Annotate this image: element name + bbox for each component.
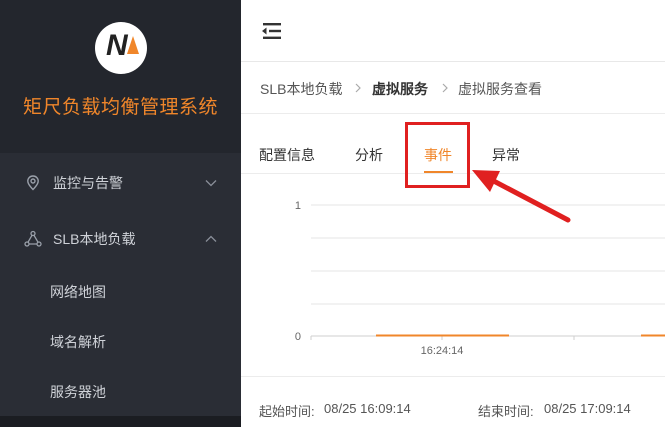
sidebar-subitem-label: 网络地图 [50,284,106,300]
sidebar-subitem-dns[interactable]: 域名解析 [0,317,241,367]
breadcrumb-item-view: 虚拟服务查看 [458,81,542,97]
app-logo: N [95,22,147,74]
logo-letter: N [106,29,128,62]
sidebar-subitem-server-pool[interactable]: 服务器池 [0,367,241,417]
sidebar: N 矩尺负载均衡管理系统 监控与告警 SLB本地负载 网络地图 域名解析 服务器… [0,0,241,427]
sidebar-subitem-active[interactable] [0,416,241,427]
breadcrumb: SLB本地负载 虚拟服务 虚拟服务查看 [241,62,665,114]
app-title: 矩尺负载均衡管理系统 [22,97,218,118]
chart-grid [310,204,665,340]
sidebar-item-monitoring[interactable]: 监控与告警 [0,155,241,211]
tab-config[interactable]: 配置信息 [259,145,315,165]
top-header [241,0,665,62]
breadcrumb-item-slb[interactable]: SLB本地负载 [260,79,342,99]
start-time-label: 起始时间: [259,404,315,419]
sidebar-item-label: SLB本地负载 [53,231,136,247]
chevron-down-icon [205,180,217,187]
sidebar-item-slb[interactable]: SLB本地负载 [0,211,241,267]
x-tick-label: 16:24:14 [421,345,464,357]
chevron-right-icon [355,83,361,93]
main-content: SLB本地负载 虚拟服务 虚拟服务查看 配置信息 分析 事件 异常 1 0 16… [241,0,665,427]
tab-exceptions[interactable]: 异常 [492,145,520,165]
brand-area: N 矩尺负载均衡管理系统 [0,0,241,153]
breadcrumb-item-virtual-service[interactable]: 虚拟服务 [372,79,428,99]
network-nodes-icon [24,230,42,247]
chevron-right-icon [442,83,448,93]
end-time-value: 08/25 17:09:14 [544,401,631,416]
events-chart: 1 0 16:24:14 [295,200,665,357]
sidebar-subitem-label: 服务器池 [50,384,106,400]
sidebar-item-label: 监控与告警 [53,175,123,191]
tab-analysis[interactable]: 分析 [355,145,383,165]
sidebar-subitem-label: 域名解析 [50,334,106,350]
y-tick-label: 1 [295,200,301,212]
logo-triangle-icon [127,36,139,54]
menu-collapse-icon[interactable] [261,22,283,40]
time-range-footer: 起始时间: 08/25 16:09:14 结束时间: 08/25 17:09:1… [241,376,665,427]
start-time-value: 08/25 16:09:14 [324,401,411,416]
location-pin-icon [27,175,39,191]
end-time-label: 结束时间: [478,404,534,419]
chevron-up-icon [205,235,217,242]
y-tick-label: 0 [295,331,301,343]
sidebar-subitem-network-map[interactable]: 网络地图 [0,267,241,317]
tab-bar: 配置信息 分析 事件 异常 [241,114,665,188]
